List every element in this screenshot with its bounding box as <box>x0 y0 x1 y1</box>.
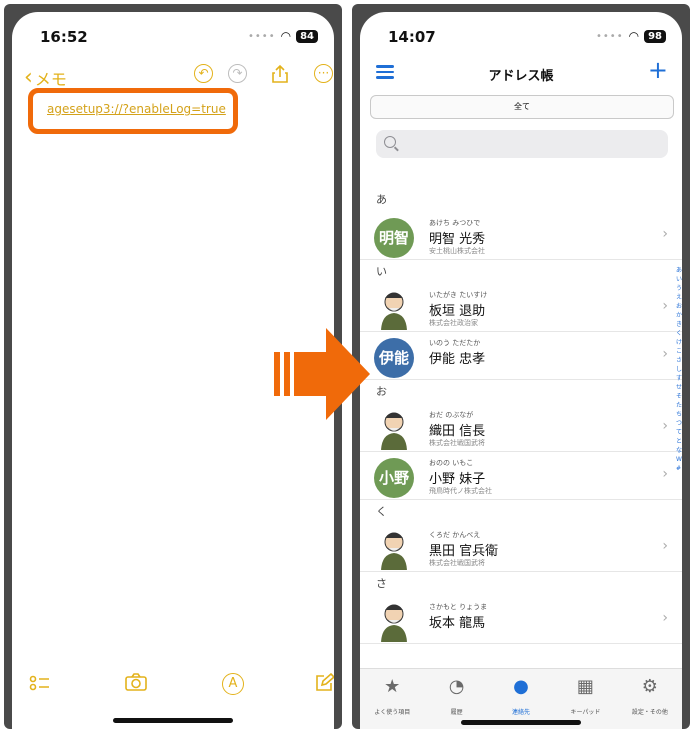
compose-icon[interactable] <box>312 672 334 697</box>
status-bar: 16:52 •••• ◠ 84 <box>12 12 334 56</box>
highlight-box: agesetup3://?enableLog=true <box>28 88 238 134</box>
status-time: 16:52 <box>40 28 88 46</box>
chevron-right-icon: › <box>662 466 668 482</box>
wifi-icon: ◠ <box>628 29 640 43</box>
contact-kana: おのの いもこ <box>429 459 474 467</box>
person-icon: ● <box>513 676 529 697</box>
section-header: お <box>376 385 387 398</box>
contact-company: 安土桃山株式会社 <box>429 247 485 255</box>
contact-row[interactable]: 伊能 いのう ただたか伊能 忠孝 › <box>360 332 682 380</box>
avatar-portrait-icon <box>376 600 412 642</box>
contact-kana: おだ のぶなが <box>429 411 474 419</box>
section-header: あ <box>376 193 387 206</box>
section-header: さ <box>376 577 387 590</box>
undo-icon[interactable]: ↶ <box>194 64 213 83</box>
battery-icon: 84 <box>296 29 318 43</box>
search-input[interactable] <box>376 130 668 158</box>
share-icon[interactable] <box>270 64 290 84</box>
status-bar: 14:07 •••• ◠ 98 <box>360 12 682 56</box>
chevron-right-icon: › <box>662 226 668 242</box>
checklist-icon[interactable] <box>28 673 52 697</box>
markup-icon[interactable]: A <box>222 673 244 695</box>
home-indicator <box>461 720 581 725</box>
tab-star[interactable]: ★ よく使う項目 <box>360 669 424 729</box>
add-contact-icon[interactable]: + <box>648 56 668 84</box>
notes-toolbar: A <box>12 672 334 703</box>
avatar-portrait-icon <box>376 408 412 450</box>
contact-row[interactable]: 明智 あけち みつひで明智 光秀 安土桃山株式会社 › <box>360 212 682 260</box>
contact-name: 小野 妹子 <box>429 472 486 487</box>
star-icon: ★ <box>384 676 401 697</box>
contact-name: 明智 光秀 <box>429 232 486 247</box>
contact-kana: いのう ただたか <box>429 339 481 347</box>
contact-company: 飛鳥時代ノ株式会社 <box>429 487 492 495</box>
avatar: 小野 <box>374 458 414 498</box>
chevron-left-icon: ‹ <box>24 65 33 90</box>
contact-name: 板垣 退助 <box>429 304 486 319</box>
contact-company: 株式会社戦国武将 <box>429 559 485 567</box>
contact-kana: あけち みつひで <box>429 219 481 227</box>
back-button[interactable]: ‹ メモ <box>24 66 67 90</box>
contact-kana: くろだ かんべえ <box>429 531 481 539</box>
section-header: く <box>376 505 387 518</box>
contact-name: 黒田 官兵衛 <box>429 544 499 559</box>
contact-company: 株式会社政治家 <box>429 319 478 327</box>
signal-icon: •••• <box>248 30 276 42</box>
chevron-right-icon: › <box>662 610 668 626</box>
tab-label: よく使う項目 <box>374 709 411 716</box>
contact-kana: さかもと りょうま <box>429 603 488 611</box>
tab-label: 設定・その他 <box>631 709 668 716</box>
tab-label: 履歴 <box>450 709 463 716</box>
avatar: 伊能 <box>374 338 414 378</box>
keypad-icon: ▦ <box>576 676 594 697</box>
chevron-right-icon: › <box>662 298 668 314</box>
home-indicator <box>113 718 233 723</box>
contact-row[interactable]: さかもと りょうま坂本 龍馬 › <box>360 596 682 644</box>
back-label: メモ <box>34 70 67 89</box>
status-time: 14:07 <box>388 28 436 46</box>
contact-company: 株式会社戦国武将 <box>429 439 485 447</box>
gear-icon: ⚙ <box>641 676 658 697</box>
clock-icon: ◔ <box>448 676 465 697</box>
section-index-strip[interactable]: あいうえおかきくけこさしすせそたちつてとな W # <box>676 266 682 473</box>
right-phone-frame: 14:07 •••• ◠ 98 アドレス帳 + 全て あ明智 あけち みつひで 明智… <box>352 4 690 729</box>
contact-list[interactable]: あ明智 あけち みつひで明智 光秀 安土桃山株式会社 › いいたがき たいすけ板垣 退助… <box>360 188 682 673</box>
contact-name: 伊能 忠孝 <box>429 352 486 367</box>
avatar-portrait-icon <box>376 528 412 570</box>
contact-row[interactable]: おだ のぶなが織田 信長 株式会社戦国武将 › <box>360 404 682 452</box>
filter-segment[interactable]: 全て <box>370 95 674 119</box>
chevron-right-icon: › <box>662 538 668 554</box>
tab-label: キーパッド <box>570 709 601 716</box>
tab-gear[interactable]: ⚙ 設定・その他 <box>618 669 682 729</box>
avatar-portrait-icon <box>376 288 412 330</box>
redo-icon[interactable]: ↷ <box>228 64 247 83</box>
contact-name: 織田 信長 <box>429 424 486 439</box>
note-link[interactable]: agesetup3://?enableLog=true <box>47 102 226 116</box>
address-book-screen: 14:07 •••• ◠ 98 アドレス帳 + 全て あ明智 あけち みつひで 明智… <box>360 12 682 729</box>
avatar: 明智 <box>374 218 414 258</box>
address-book-header: アドレス帳 + <box>360 56 682 88</box>
camera-icon[interactable] <box>124 673 148 697</box>
signal-icon: •••• <box>596 30 624 42</box>
contact-row[interactable]: くろだ かんべえ黒田 官兵衛 株式会社戦国武将 › <box>360 524 682 572</box>
wifi-icon: ◠ <box>280 29 292 43</box>
contact-row[interactable]: いたがき たいすけ板垣 退助 株式会社政治家 › <box>360 284 682 332</box>
search-icon <box>384 136 396 148</box>
chevron-right-icon: › <box>662 418 668 434</box>
contact-row[interactable]: 小野 おのの いもこ小野 妹子 飛鳥時代ノ株式会社 › <box>360 452 682 500</box>
section-header: い <box>376 265 387 278</box>
arrow-right-icon <box>274 328 370 420</box>
chevron-right-icon: › <box>662 346 668 362</box>
battery-icon: 98 <box>644 29 666 43</box>
contact-kana: いたがき たいすけ <box>429 291 488 299</box>
page-title: アドレス帳 <box>488 69 554 84</box>
tab-label: 連絡先 <box>512 709 531 716</box>
more-icon[interactable]: ··· <box>314 64 333 83</box>
contact-name: 坂本 龍馬 <box>429 616 486 631</box>
